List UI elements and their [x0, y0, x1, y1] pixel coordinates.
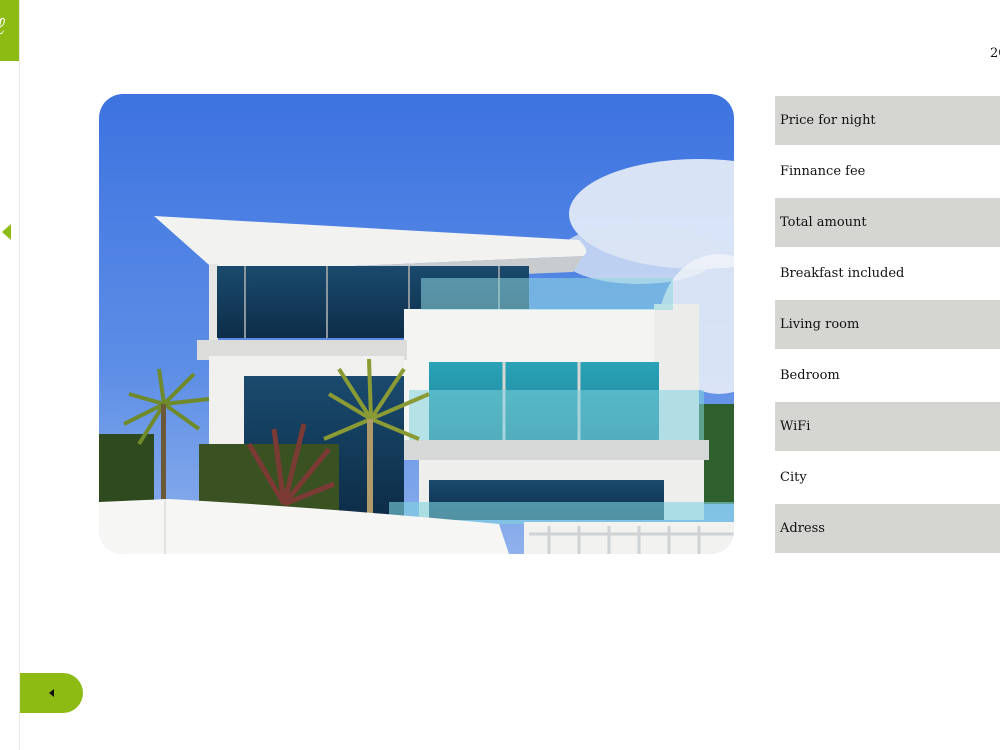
- detail-label: Bedroom: [780, 368, 840, 383]
- page: ℓ 20: [0, 0, 1000, 750]
- detail-label: Adress: [780, 521, 825, 536]
- detail-row-finance-fee: Finnance fee: [775, 147, 1000, 196]
- property-photo: [99, 94, 734, 554]
- detail-row-bedroom: Bedroom: [775, 351, 1000, 400]
- detail-label: Living room: [780, 317, 860, 332]
- detail-label: Breakfast included: [780, 266, 905, 281]
- detail-row-city: City: [775, 453, 1000, 502]
- detail-label: WiFi: [780, 419, 811, 434]
- detail-row-price-for-night: Price for night: [775, 96, 1000, 145]
- property-details-table: Price for night Finnance fee Total amoun…: [775, 96, 1000, 555]
- detail-row-wifi: WiFi: [775, 402, 1000, 451]
- caret-left-icon: [49, 689, 54, 697]
- logo-mark-icon: ℓ: [0, 12, 5, 41]
- detail-row-total-amount: Total amount: [775, 198, 1000, 247]
- detail-row-living-room: Living room: [775, 300, 1000, 349]
- detail-label: Total amount: [780, 215, 867, 230]
- logo[interactable]: ℓ: [0, 0, 19, 61]
- detail-row-adress: Adress: [775, 504, 1000, 553]
- detail-label: Finnance fee: [780, 164, 866, 179]
- collapse-sidebar-button[interactable]: [20, 673, 83, 713]
- detail-row-breakfast-included: Breakfast included: [775, 249, 1000, 298]
- detail-label: Price for night: [780, 113, 876, 128]
- house-illustration: [99, 94, 734, 554]
- left-sidebar: ℓ: [0, 0, 20, 750]
- caret-left-icon[interactable]: [2, 224, 11, 240]
- year-label: 20: [990, 46, 1000, 61]
- detail-label: City: [780, 470, 807, 485]
